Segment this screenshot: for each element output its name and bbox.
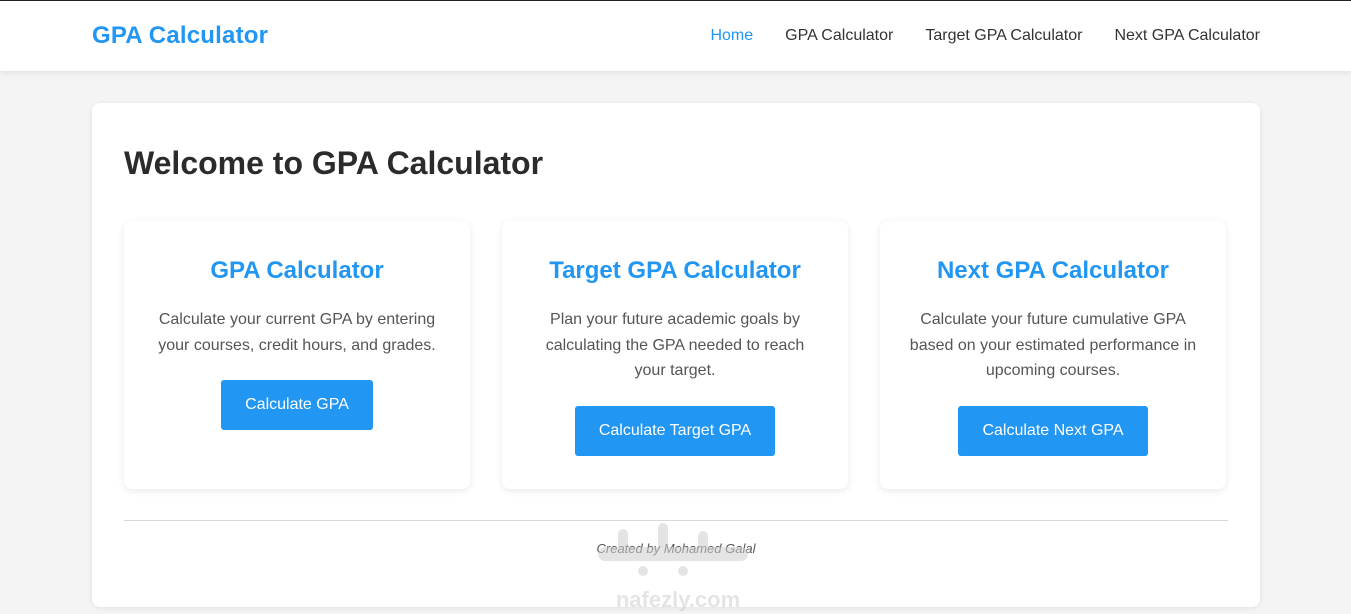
- nav-link-home[interactable]: Home: [710, 27, 753, 44]
- nav-link-target-gpa-calculator[interactable]: Target GPA Calculator: [925, 27, 1082, 44]
- nav-link-next-gpa-calculator[interactable]: Next GPA Calculator: [1114, 27, 1260, 44]
- nav-item-home: Home: [710, 27, 753, 45]
- main-container: Welcome to GPA Calculator GPA Calculator…: [92, 103, 1260, 607]
- calculate-gpa-button[interactable]: Calculate GPA: [221, 380, 373, 430]
- calculate-target-gpa-button[interactable]: Calculate Target GPA: [574, 405, 776, 456]
- nav-item-gpa-calculator: GPA Calculator: [785, 27, 893, 45]
- footer-credit: Created by Mohamed Galal: [596, 541, 756, 556]
- feature-cards: GPA Calculator Calculate your current GP…: [124, 221, 1228, 489]
- nav-item-next-gpa-calculator: Next GPA Calculator: [1114, 27, 1260, 45]
- feature-card-description: Calculate your current GPA by entering y…: [158, 311, 436, 354]
- page-title: Welcome to GPA Calculator: [124, 145, 544, 181]
- nav-item-target-gpa-calculator: Target GPA Calculator: [925, 27, 1082, 45]
- brand-logo-link[interactable]: GPA Calculator: [92, 22, 268, 50]
- feature-card-gpa: GPA Calculator Calculate your current GP…: [124, 221, 470, 489]
- nav-links: Home GPA Calculator Target GPA Calculato…: [710, 27, 1260, 45]
- calculate-next-gpa-button[interactable]: Calculate Next GPA: [958, 405, 1148, 456]
- footer-divider: [124, 520, 1228, 521]
- nav-link-gpa-calculator[interactable]: GPA Calculator: [785, 27, 893, 44]
- feature-card-target-gpa: Target GPA Calculator Plan your future a…: [502, 221, 848, 489]
- feature-card-title: GPA Calculator: [210, 257, 384, 284]
- feature-card-title: Target GPA Calculator: [549, 257, 801, 284]
- feature-card-description: Plan your future academic goals by calcu…: [545, 311, 805, 379]
- feature-card-description: Calculate your future cumulative GPA bas…: [909, 311, 1197, 379]
- feature-card-next-gpa: Next GPA Calculator Calculate your futur…: [880, 221, 1226, 489]
- navbar: GPA Calculator Home GPA Calculator Targe…: [0, 1, 1351, 71]
- feature-card-title: Next GPA Calculator: [936, 257, 1170, 284]
